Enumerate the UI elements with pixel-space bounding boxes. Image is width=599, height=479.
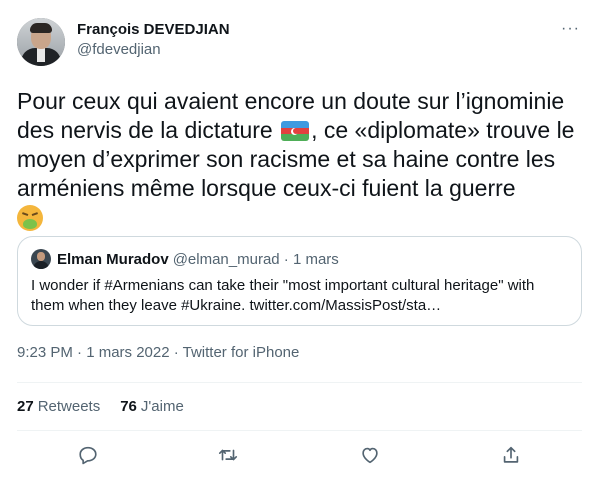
author-names: François DEVEDJIAN @fdevedjian [77,20,230,60]
reply-icon[interactable] [77,444,99,466]
author-avatar[interactable] [17,18,65,66]
like-icon[interactable] [359,444,381,466]
more-options-icon[interactable]: ··· [561,20,580,38]
share-icon[interactable] [500,444,522,466]
likes-count: 76 [120,398,137,415]
tweet-timestamp[interactable]: 9:23 PM · 1 mars 2022 · Twitter for iPho… [17,344,299,361]
nauseated-face-icon [17,205,43,231]
tweet-stats: 27 Retweets 76 J'aime [17,398,184,415]
retweet-icon[interactable] [217,444,239,466]
azerbaijan-flag-icon [281,121,310,141]
quoted-author-avatar [31,249,51,269]
divider [17,382,582,383]
quoted-tweet-text: I wonder if #Armenians can take their "m… [31,277,535,314]
retweets-count: 27 [17,398,34,415]
retweets-label: Retweets [37,398,101,415]
likes-label: J'aime [140,398,184,415]
author-handle[interactable]: @fdevedjian [77,40,230,60]
tweet-actions [17,440,582,470]
author-display-name[interactable]: François DEVEDJIAN [77,20,230,40]
quoted-tweet[interactable]: Elman Muradov @elman_murad · 1 mars I wo… [17,236,582,326]
tweet-text: Pour ceux qui avaient encore un doute su… [17,87,582,231]
quoted-tweet-header: Elman Muradov @elman_murad · 1 mars [31,249,339,269]
quoted-author-handle-date: @elman_murad · 1 mars [172,250,339,268]
tweet-header: François DEVEDJIAN @fdevedjian ··· [17,14,582,70]
retweets-stat[interactable]: 27 Retweets [17,398,100,415]
quoted-author-name: Elman Muradov [57,250,169,268]
divider [17,430,582,431]
likes-stat[interactable]: 76 J'aime [120,398,184,415]
